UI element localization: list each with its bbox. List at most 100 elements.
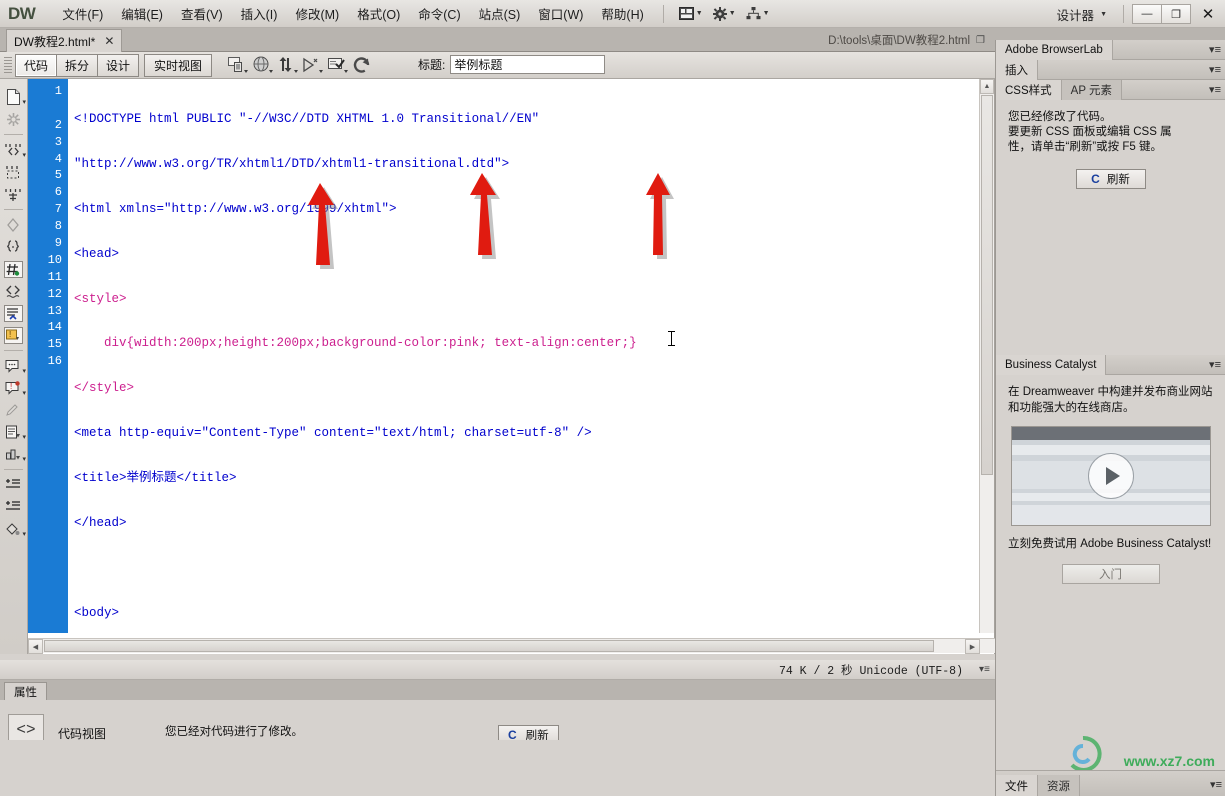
panel-header-business-catalyst[interactable]: Business Catalyst ▾≡ (996, 354, 1225, 375)
snippet-glyph (7, 217, 19, 233)
indent-plus-glyph (6, 479, 20, 488)
toolbar-drag-handle[interactable] (4, 57, 12, 73)
recent-snippets-icon[interactable] (0, 214, 26, 236)
file-management-icon[interactable] (277, 55, 299, 75)
lines-glyph (7, 307, 18, 320)
live-code-check-icon[interactable] (327, 55, 349, 75)
panel-menu-icon[interactable]: ▾≡ (1210, 778, 1222, 791)
refresh-glyph (353, 57, 370, 73)
panel-menu-icon[interactable]: ▾≡ (1209, 83, 1221, 96)
collapse-selection-icon[interactable] (0, 236, 26, 258)
browser-preview-icon[interactable] (252, 55, 274, 75)
code-token: <title>举例标题</title> (74, 471, 237, 486)
promo-video-thumbnail[interactable] (1010, 426, 1211, 526)
panel-header-css[interactable]: CSS样式 AP 元素 ▾≡ (996, 79, 1225, 100)
menu-file[interactable]: 文件(F) (53, 1, 112, 26)
outdent-code-icon[interactable] (0, 474, 26, 496)
line-numbers-icon[interactable]: ▾ (0, 355, 26, 377)
status-panel-menu-icon[interactable]: ▾≡ (979, 664, 990, 676)
workspace-switcher[interactable]: 设计器 (1051, 5, 1101, 24)
validate-markup-icon[interactable] (302, 55, 324, 75)
css-refresh-button[interactable]: C 刷新 (1075, 169, 1146, 189)
indent-code-icon[interactable]: ▾ (0, 443, 26, 465)
code-line: </head> (74, 515, 995, 532)
tab-business-catalyst[interactable]: Business Catalyst (996, 354, 1107, 375)
collapse-full-tag-icon[interactable] (0, 258, 26, 280)
page-title-input[interactable] (450, 55, 606, 74)
editor-horizontal-scrollbar[interactable]: ◀ ▶ (28, 638, 995, 654)
syntax-error-alert-icon[interactable] (0, 399, 26, 421)
remove-comment-icon[interactable] (0, 161, 26, 183)
menu-edit[interactable]: 编辑(E) (112, 1, 172, 26)
menu-modify[interactable]: 修改(M) (286, 1, 348, 26)
panel-header-insert[interactable]: 插入 ▾≡ (996, 59, 1225, 80)
scroll-left-arrow[interactable]: ◀ (28, 639, 43, 654)
tab-assets[interactable]: 资源 (1038, 775, 1080, 796)
panel-menu-icon[interactable]: ▾≡ (1209, 358, 1221, 371)
expand-all-icon[interactable] (0, 280, 26, 302)
line-number: 16 (47, 354, 62, 369)
tab-browserlab[interactable]: Adobe BrowserLab (996, 39, 1113, 60)
menu-insert[interactable]: 插入(I) (232, 1, 287, 26)
menu-window[interactable]: 窗口(W) (529, 1, 592, 26)
layout-switcher-icon[interactable]: ▼ (674, 5, 708, 22)
tab-css-styles[interactable]: CSS样式 (996, 79, 1062, 100)
menu-help[interactable]: 帮助(H) (592, 1, 652, 26)
refresh-design-view-icon[interactable] (352, 55, 374, 75)
svg-text:!: ! (9, 330, 11, 339)
document-tab[interactable]: DW教程2.html* ✕ (6, 29, 123, 52)
play-icon[interactable] (1087, 453, 1134, 499)
panel-menu-icon[interactable]: ▾≡ (1209, 43, 1221, 56)
multiscreen-preview-icon[interactable] (227, 55, 249, 75)
code-editor[interactable]: 1 2 3 4 5 6 7 8 9 10 11 12 13 14 15 16 <… (28, 79, 995, 654)
dock-bottom-tabs: 文件 资源 ▾≡ (996, 770, 1225, 796)
editor-vertical-scrollbar[interactable]: ▲ (979, 79, 994, 633)
select-parent-tag-icon[interactable] (0, 302, 26, 324)
view-design-button[interactable]: 设计 (97, 53, 140, 77)
tab-insert[interactable]: 插入 (996, 59, 1038, 80)
tab-properties[interactable]: 属性 (4, 682, 47, 700)
tab-files[interactable]: 文件 (996, 775, 1038, 796)
maximize-button[interactable]: ❐ (1161, 4, 1191, 24)
menu-site[interactable]: 站点(S) (470, 1, 530, 26)
apply-source-formatting-icon[interactable]: ▾ (0, 421, 26, 443)
balance-braces-icon[interactable]: ! (0, 324, 26, 346)
chevron-down-icon[interactable]: ▼ (1100, 11, 1107, 18)
format-source-code-icon[interactable] (0, 496, 26, 518)
apply-comment-icon[interactable]: ▾ (0, 139, 26, 161)
site-tree-glyph (746, 7, 761, 20)
view-code-button[interactable]: 代码 (15, 53, 58, 77)
scroll-right-arrow[interactable]: ▶ (965, 639, 980, 654)
get-started-button[interactable]: 入门 (1061, 564, 1160, 584)
menu-view[interactable]: 查看(V) (172, 1, 232, 26)
properties-message-line1: 您已经对代码进行了修改。 (165, 726, 303, 738)
css-message-line3: 性，请单击“刷新”或按 F5 键。 (1008, 141, 1162, 153)
minimize-button[interactable]: — (1132, 4, 1162, 24)
site-tree-icon[interactable]: ▼ (741, 5, 775, 22)
open-documents-icon[interactable]: ▾ (0, 86, 26, 108)
scroll-up-arrow[interactable]: ▲ (980, 79, 994, 94)
extend-gear-icon[interactable]: ▼ (708, 5, 741, 23)
close-button[interactable]: ✕ (1190, 4, 1225, 24)
restore-window-icon[interactable]: ❐ (976, 35, 985, 46)
line-number: 7 (54, 202, 62, 217)
line-number: 8 (54, 219, 62, 234)
color-picker-icon[interactable]: ▾ (0, 518, 26, 540)
wrap-tag-icon[interactable] (0, 183, 26, 205)
indent-plus2-glyph (6, 501, 20, 510)
tab-ap-elements[interactable]: AP 元素 (1061, 79, 1122, 100)
close-icon[interactable]: ✕ (104, 34, 114, 48)
horizontal-scroll-thumb[interactable] (44, 640, 934, 652)
vertical-scroll-thumb[interactable] (981, 95, 993, 475)
panel-menu-icon[interactable]: ▾≡ (1209, 63, 1221, 76)
line-number: 10 (47, 252, 62, 267)
view-split-button[interactable]: 拆分 (56, 53, 99, 77)
menu-format[interactable]: 格式(O) (348, 1, 409, 26)
line-number: 11 (47, 269, 62, 284)
highlight-invalid-code-icon[interactable] (0, 108, 26, 130)
view-live-button[interactable]: 实时视图 (144, 53, 213, 77)
panel-header-browserlab[interactable]: Adobe BrowserLab ▾≡ (996, 39, 1225, 60)
highlight-invalid-icon2[interactable]: ! ▾ (0, 377, 26, 399)
menu-commands[interactable]: 命令(C) (409, 1, 469, 26)
code-text-area[interactable]: <!DOCTYPE html PUBLIC "-//W3C//DTD XHTML… (68, 79, 995, 633)
